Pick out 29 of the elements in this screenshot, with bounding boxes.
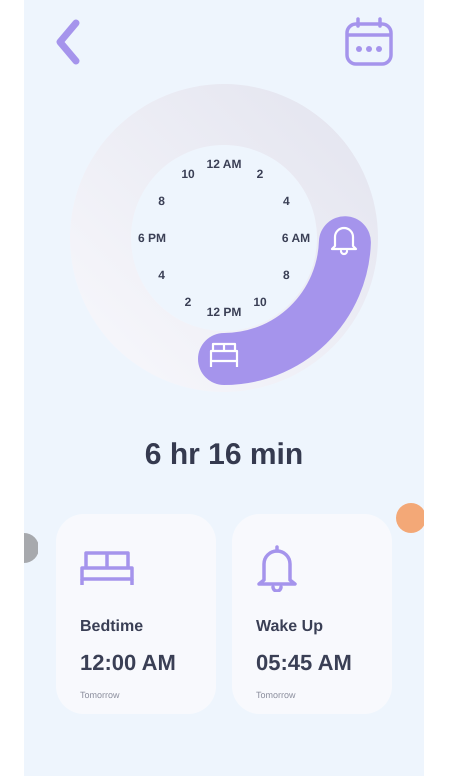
- dial-label: 8: [283, 268, 290, 282]
- calendar-icon[interactable]: [344, 16, 394, 66]
- dial-label: 10: [253, 295, 267, 310]
- card-label: Wake Up: [256, 618, 323, 636]
- bed-icon[interactable]: [210, 342, 238, 368]
- bell-icon: [256, 544, 298, 592]
- time-card[interactable]: Wake Up 05:45 AM Tomorrow: [232, 514, 392, 714]
- card-day: Tomorrow: [80, 690, 120, 700]
- dial-label: 4: [158, 268, 165, 282]
- dial-label: 12 AM: [206, 157, 242, 171]
- bell-icon[interactable]: [330, 226, 358, 256]
- back-icon[interactable]: [55, 18, 81, 64]
- sleep-arc[interactable]: [198, 216, 371, 385]
- card-label: Bedtime: [80, 618, 144, 636]
- sleep-duration: 6 hr 16 min: [144, 438, 304, 472]
- card-day: Tomorrow: [256, 690, 296, 700]
- floating-bubble: [396, 503, 424, 533]
- dial-label: 12 PM: [206, 305, 242, 319]
- dial-label: 6 PM: [138, 231, 166, 245]
- dial-label: 4: [283, 194, 290, 208]
- card-time: 12:00 AM: [80, 650, 176, 676]
- dial-label: 6 AM: [282, 231, 310, 245]
- dial-label: 2: [256, 166, 264, 181]
- time-card[interactable]: Bedtime 12:00 AM Tomorrow: [56, 514, 216, 714]
- dial-label: 2: [184, 295, 192, 310]
- dial-label: 8: [158, 194, 165, 208]
- card-time: 05:45 AM: [256, 650, 352, 676]
- side-bubble: [24, 533, 38, 563]
- dial-label: 10: [181, 166, 195, 181]
